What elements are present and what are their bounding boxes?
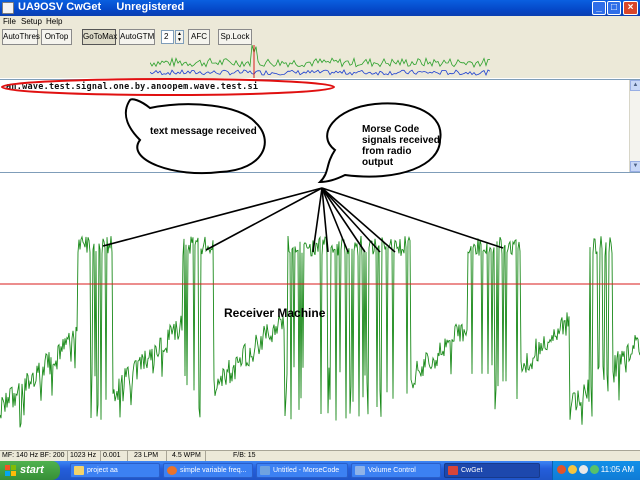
clock: 11:05 AM xyxy=(600,465,634,474)
taskbar: start project aa simple variable freq...… xyxy=(0,461,640,480)
menu-file[interactable]: File xyxy=(3,17,16,26)
task-morsecode[interactable]: Untitled - MorseCode xyxy=(256,463,348,478)
autogtm-button[interactable]: AutoGTM xyxy=(119,29,155,45)
text-scrollbar[interactable]: ▲ ▼ xyxy=(629,80,640,172)
averaging-spinner[interactable]: ▲ ▼ xyxy=(175,30,184,44)
annotation-text-received: text message received xyxy=(150,126,257,137)
windows-logo-icon xyxy=(5,465,16,476)
task-cwget[interactable]: CwGet xyxy=(444,463,540,478)
receiver-machine-label: Receiver Machine xyxy=(224,306,326,320)
status-fb: F/B: 15 xyxy=(233,452,256,459)
annotation-morse-signals: Morse Code signals received from radio o… xyxy=(362,124,440,168)
waveform-trace xyxy=(0,235,640,428)
morsecode-app-icon xyxy=(260,466,270,475)
menu-help[interactable]: Help xyxy=(46,17,62,26)
task-label: Untitled - MorseCode xyxy=(273,467,340,474)
menu-bar: File Setup Help xyxy=(0,16,640,28)
autothres-button[interactable]: AutoThres xyxy=(2,29,40,45)
scroll-down-icon[interactable]: ▼ xyxy=(630,161,640,172)
system-tray: 11:05 AM xyxy=(552,461,640,480)
window-title: UA9OSV CwGet Unregistered xyxy=(18,1,185,13)
averaging-input[interactable]: 2 xyxy=(161,30,174,44)
speaker-icon xyxy=(355,466,365,475)
menu-setup[interactable]: Setup xyxy=(21,17,42,26)
cwget-app-icon xyxy=(2,2,14,14)
task-label: Volume Control xyxy=(368,467,416,474)
close-icon[interactable]: × xyxy=(623,1,638,15)
status-bf: BF: 200 xyxy=(40,452,65,459)
tray-app-icon[interactable] xyxy=(557,465,566,474)
toolbar: AutoThres OnTop GoToMax AutoGTM 2 ▲ ▼ AFC… xyxy=(0,28,640,78)
task-firefox[interactable]: simple variable freq... xyxy=(163,463,253,478)
gotomax-button[interactable]: GoToMax xyxy=(82,29,117,45)
afc-button[interactable]: AFC xyxy=(188,29,210,45)
task-label: project aa xyxy=(87,467,118,474)
folder-icon xyxy=(74,466,84,475)
task-project-aa[interactable]: project aa xyxy=(70,463,160,478)
cwget-app-icon xyxy=(448,466,458,475)
decoded-text: an.wave.test.signal.one.by.anoopem.wave.… xyxy=(6,82,259,92)
status-bar: MF: 140 Hz BF: 200 1023 Hz 0.001 23 LPM … xyxy=(0,450,640,461)
volume-icon[interactable] xyxy=(579,465,588,474)
minimize-icon[interactable]: _ xyxy=(592,1,606,15)
desktop-screen: UA9OSV CwGet Unregistered _ □ × File Set… xyxy=(0,0,640,480)
start-label: start xyxy=(20,464,44,476)
task-label: simple variable freq... xyxy=(180,467,247,474)
status-lpm: 23 LPM xyxy=(134,452,159,459)
start-button[interactable]: start xyxy=(0,461,60,480)
spectrum-display[interactable] xyxy=(150,45,490,78)
ontop-button[interactable]: OnTop xyxy=(41,29,72,45)
task-volume-control[interactable]: Volume Control xyxy=(351,463,441,478)
tray-status-icon[interactable] xyxy=(568,465,577,474)
scroll-up-icon[interactable]: ▲ xyxy=(630,80,640,91)
window-title-bar[interactable]: UA9OSV CwGet Unregistered _ □ × xyxy=(0,0,640,16)
status-level: 0.001 xyxy=(103,452,121,459)
decoded-text-area[interactable]: an.wave.test.signal.one.by.anoopem.wave.… xyxy=(0,79,640,173)
status-freq: 1023 Hz xyxy=(70,452,97,459)
status-wpm: 4.5 WPM xyxy=(172,452,201,459)
maximize-icon[interactable]: □ xyxy=(607,1,621,15)
firefox-icon xyxy=(167,466,177,475)
task-label: CwGet xyxy=(461,467,483,474)
splock-button[interactable]: Sp.Lock xyxy=(218,29,252,45)
network-icon[interactable] xyxy=(590,465,599,474)
status-mf: MF: 140 Hz xyxy=(2,452,39,459)
